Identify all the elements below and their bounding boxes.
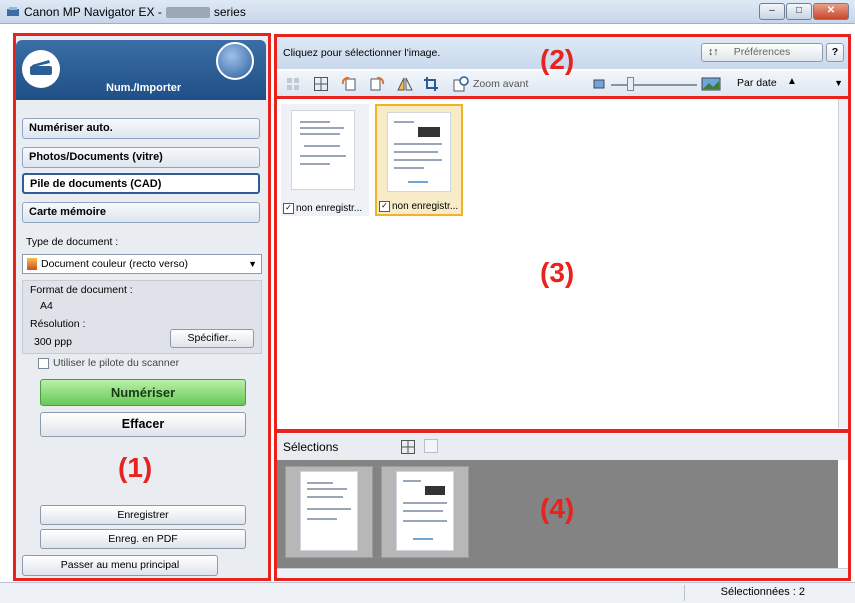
app-icon: [7, 7, 19, 16]
minimize-button[interactable]: –: [759, 3, 785, 20]
selected-count: Sélectionnées : 2: [720, 586, 805, 598]
blurred-model-name: [165, 7, 210, 19]
area-2-label: (2): [540, 44, 575, 75]
area-1-label: (1): [118, 452, 153, 483]
area-1-highlight: [13, 33, 271, 581]
maximize-button[interactable]: □: [786, 3, 812, 20]
window-title: Canon MP Navigator EX - series: [24, 5, 246, 19]
area-4-label: (4): [540, 493, 575, 524]
status-bar: Sélectionnées : 2: [0, 582, 855, 603]
status-separator: [684, 585, 685, 601]
close-button[interactable]: ✕: [813, 3, 849, 20]
title-bar: Canon MP Navigator EX - series – □ ✕: [0, 0, 855, 24]
area-3-label: (3): [540, 257, 575, 288]
